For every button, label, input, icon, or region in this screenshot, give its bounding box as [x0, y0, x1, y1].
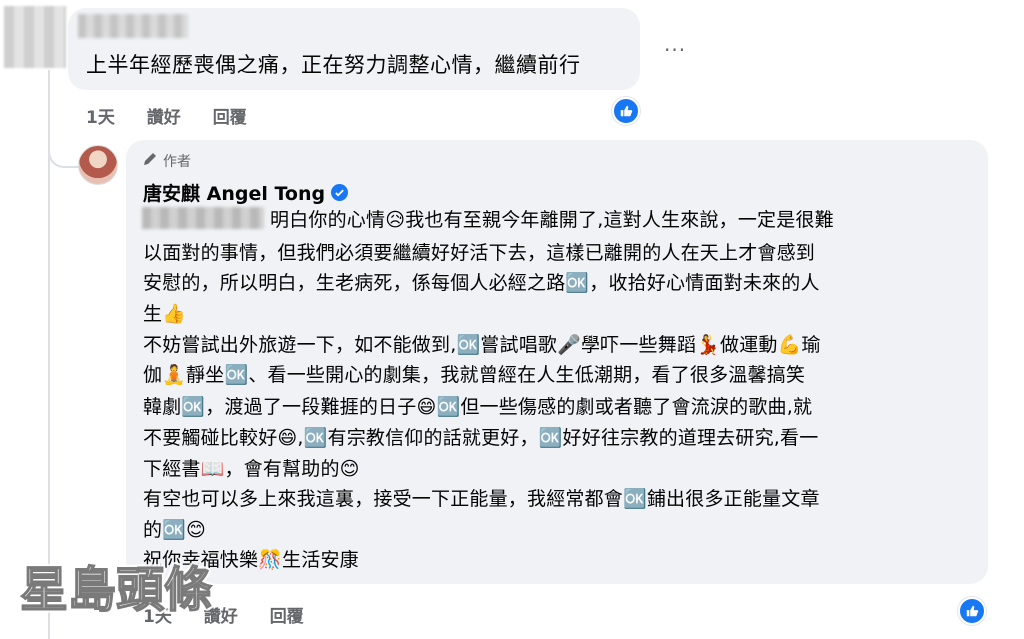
more-options-icon[interactable]: ··· — [664, 38, 686, 62]
thumbs-up-icon[interactable] — [612, 97, 640, 125]
reply-button[interactable]: 回覆 — [270, 607, 304, 627]
reply-line: 以面對的事情，但我們必須要繼續好好活下去，這樣已離開的人在天上才會感到 — [143, 242, 816, 264]
reply-line: 安慰的，所以明白，生老病死，係每個人必經之路🆗，收拾好心情面對未來的人 — [143, 272, 820, 294]
reply-line: 明白你的心情😥我也有至親今年離開了,這對人生來說，一定是很難 — [270, 209, 834, 231]
verified-badge-icon — [331, 184, 349, 201]
watermark-logo: 星島頭條 星島頭條 — [17, 559, 215, 618]
reply-line: 不要觸碰比較好😄,🆗有宗教信仰的話就更好，🆗好好往宗教的道理去研究,看一 — [143, 427, 819, 449]
comment-actions: 1天 讚好 回覆 — [86, 103, 273, 128]
thumbs-up-icon[interactable] — [958, 597, 986, 625]
comment-text: 上半年經歷喪偶之痛，正在努力調整心情，繼續前行 — [86, 53, 581, 77]
author-name[interactable]: 唐安麒 Angel Tong — [143, 179, 325, 206]
reply-line: 有空也可以多上來我這裏，接受一下正能量，我經常都會🆗鋪出很多正能量文章 — [143, 488, 820, 510]
mentioned-user-blurred[interactable] — [142, 207, 264, 229]
author-avatar[interactable] — [78, 145, 118, 185]
svg-text:星島頭條: 星島頭條 — [20, 562, 212, 618]
like-button[interactable]: 讚好 — [147, 108, 181, 128]
reply-line: 的🆗😊 — [143, 519, 207, 541]
reply-button[interactable]: 回覆 — [213, 108, 247, 128]
reply-line: 不妨嘗試出外旅遊一下，如不能做到,🆗嘗試唱歌🎤學吓一些舞蹈💃做運動💪瑜 — [143, 334, 821, 356]
author-name-row: 唐安麒 Angel Tong — [143, 179, 349, 206]
commenter-name-blurred[interactable] — [78, 14, 188, 38]
commenter-avatar-blurred[interactable] — [4, 6, 66, 68]
author-label: 作者 — [163, 154, 191, 170]
reply-line: 生👍 — [143, 303, 187, 325]
author-badge: 作者 — [142, 151, 191, 171]
reply-line: 韓劇🆗，渡過了一段難捱的日子😄🆗但一些傷感的劇或者聽了會流淚的歌曲,就 — [143, 396, 813, 418]
pencil-icon — [142, 151, 158, 171]
comment-timestamp[interactable]: 1天 — [86, 108, 115, 128]
reply-line: 下經書📖，會有幫助的😊 — [143, 458, 360, 480]
reply-line: 伽🧘靜坐🆗、看一些開心的劇集，我就曾經在人生低潮期，看了很多溫馨搞笑 — [143, 364, 806, 386]
